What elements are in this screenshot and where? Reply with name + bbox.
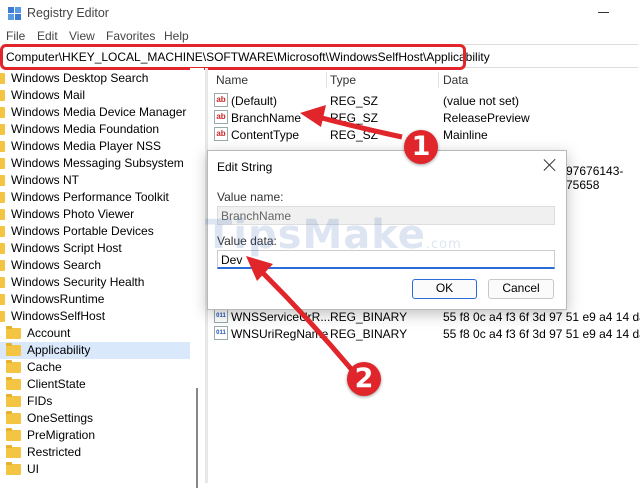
tree-item[interactable]: Windows Script Host [0, 240, 190, 257]
column-header-data[interactable]: Data [443, 73, 468, 87]
folder-icon [0, 141, 5, 152]
registry-editor-icon [8, 7, 21, 20]
value-row[interactable]: ab (Default) REG_SZ (value not set) [208, 92, 640, 109]
tree-item[interactable]: PreMigration [0, 427, 190, 444]
tree-item[interactable]: Windows Media Player NSS [0, 138, 190, 155]
folder-open-icon [0, 311, 5, 322]
column-header-name[interactable]: Name [216, 73, 248, 87]
menu-file[interactable]: File [6, 29, 25, 43]
menu-view[interactable]: View [69, 29, 95, 43]
tree-item[interactable]: Windows Performance Toolkit [0, 189, 190, 206]
watermark: TipsMake.com [205, 212, 462, 258]
tree-item[interactable]: Windows Mail [0, 87, 190, 104]
title-bar: Registry Editor [0, 0, 640, 26]
menu-bar: File Edit View Favorites Help [0, 26, 640, 44]
folder-icon [0, 107, 5, 118]
tree-item[interactable]: ClientState [0, 376, 190, 393]
folder-icon [0, 243, 5, 254]
folder-icon [0, 90, 5, 101]
folder-icon [6, 377, 21, 390]
tree-item[interactable]: Windows Search [0, 257, 190, 274]
tree-item[interactable]: Account [0, 325, 190, 342]
partial-data-text: 97676143-75658 [566, 164, 624, 192]
tree-item[interactable]: OneSettings [0, 410, 190, 427]
tree-item-applicability[interactable]: Applicability [0, 342, 190, 359]
address-highlight-box [0, 44, 466, 70]
minimize-button[interactable] [594, 4, 614, 20]
string-value-icon: ab [214, 127, 228, 141]
menu-help[interactable]: Help [164, 29, 189, 43]
folder-icon [0, 192, 5, 203]
folder-icon [0, 158, 5, 169]
step-badge-1: 1 [404, 130, 438, 164]
menu-edit[interactable]: Edit [37, 29, 58, 43]
tree-item[interactable]: Windows Portable Devices [0, 223, 190, 240]
folder-icon [0, 294, 5, 305]
value-row-branchname[interactable]: ab BranchName REG_SZ ReleasePreview [208, 109, 640, 126]
folder-icon [0, 260, 5, 271]
value-row[interactable]: 011 WNSUriRegName REG_BINARY 55 f8 0c a4… [208, 325, 640, 342]
folder-icon [6, 343, 21, 356]
scrollbar-thumb[interactable] [196, 388, 198, 488]
tree-item[interactable]: Windows Media Device Manager [0, 104, 190, 121]
tree-item[interactable]: Windows Security Health [0, 274, 190, 291]
tree-item[interactable]: Windows Messaging Subsystem [0, 155, 190, 172]
key-tree: Windows Desktop Search Windows Mail Wind… [0, 68, 190, 483]
folder-icon [0, 277, 5, 288]
ok-button[interactable]: OK [412, 279, 477, 299]
window-title: Registry Editor [27, 6, 109, 20]
tree-item[interactable]: Windows Desktop Search [0, 70, 190, 87]
value-name-label: Value name: [217, 190, 284, 204]
tree-item[interactable]: UI [0, 461, 190, 478]
binary-value-icon: 011 [214, 309, 228, 323]
value-row[interactable]: 011 WNSServiceUrR... REG_BINARY 55 f8 0c… [208, 308, 640, 325]
tree-scrollbar[interactable] [190, 68, 204, 488]
cancel-button[interactable]: Cancel [488, 279, 554, 299]
folder-icon [6, 462, 21, 475]
tree-item[interactable]: Windows Media Foundation [0, 121, 190, 138]
menu-favorites[interactable]: Favorites [106, 29, 155, 43]
step-badge-2: 2 [347, 362, 381, 396]
tree-item-windowsselfhost[interactable]: WindowsSelfHost [0, 308, 190, 325]
folder-icon [6, 394, 21, 407]
folder-icon [0, 175, 5, 186]
folder-icon [0, 124, 5, 135]
column-header-type[interactable]: Type [330, 73, 356, 87]
tree-item[interactable]: Windows Photo Viewer [0, 206, 190, 223]
binary-value-icon: 011 [214, 326, 228, 340]
string-value-icon: ab [214, 93, 228, 107]
tree-item[interactable]: Windows NT [0, 172, 190, 189]
folder-icon [0, 226, 5, 237]
folder-icon [6, 428, 21, 441]
tree-item[interactable]: Cache [0, 359, 190, 376]
folder-icon [6, 411, 21, 424]
close-icon[interactable] [543, 158, 557, 172]
column-divider[interactable] [326, 72, 327, 88]
folder-icon [0, 73, 5, 84]
tree-item[interactable]: WindowsRuntime [0, 291, 190, 308]
tree-item[interactable]: FIDs [0, 393, 190, 410]
folder-icon [6, 360, 21, 373]
folder-icon [0, 209, 5, 220]
dialog-title: Edit String [217, 160, 273, 174]
tree-item[interactable]: Restricted [0, 444, 190, 461]
folder-icon [6, 445, 21, 458]
column-divider[interactable] [438, 72, 439, 88]
folder-icon [6, 326, 21, 339]
string-value-icon: ab [214, 110, 228, 124]
